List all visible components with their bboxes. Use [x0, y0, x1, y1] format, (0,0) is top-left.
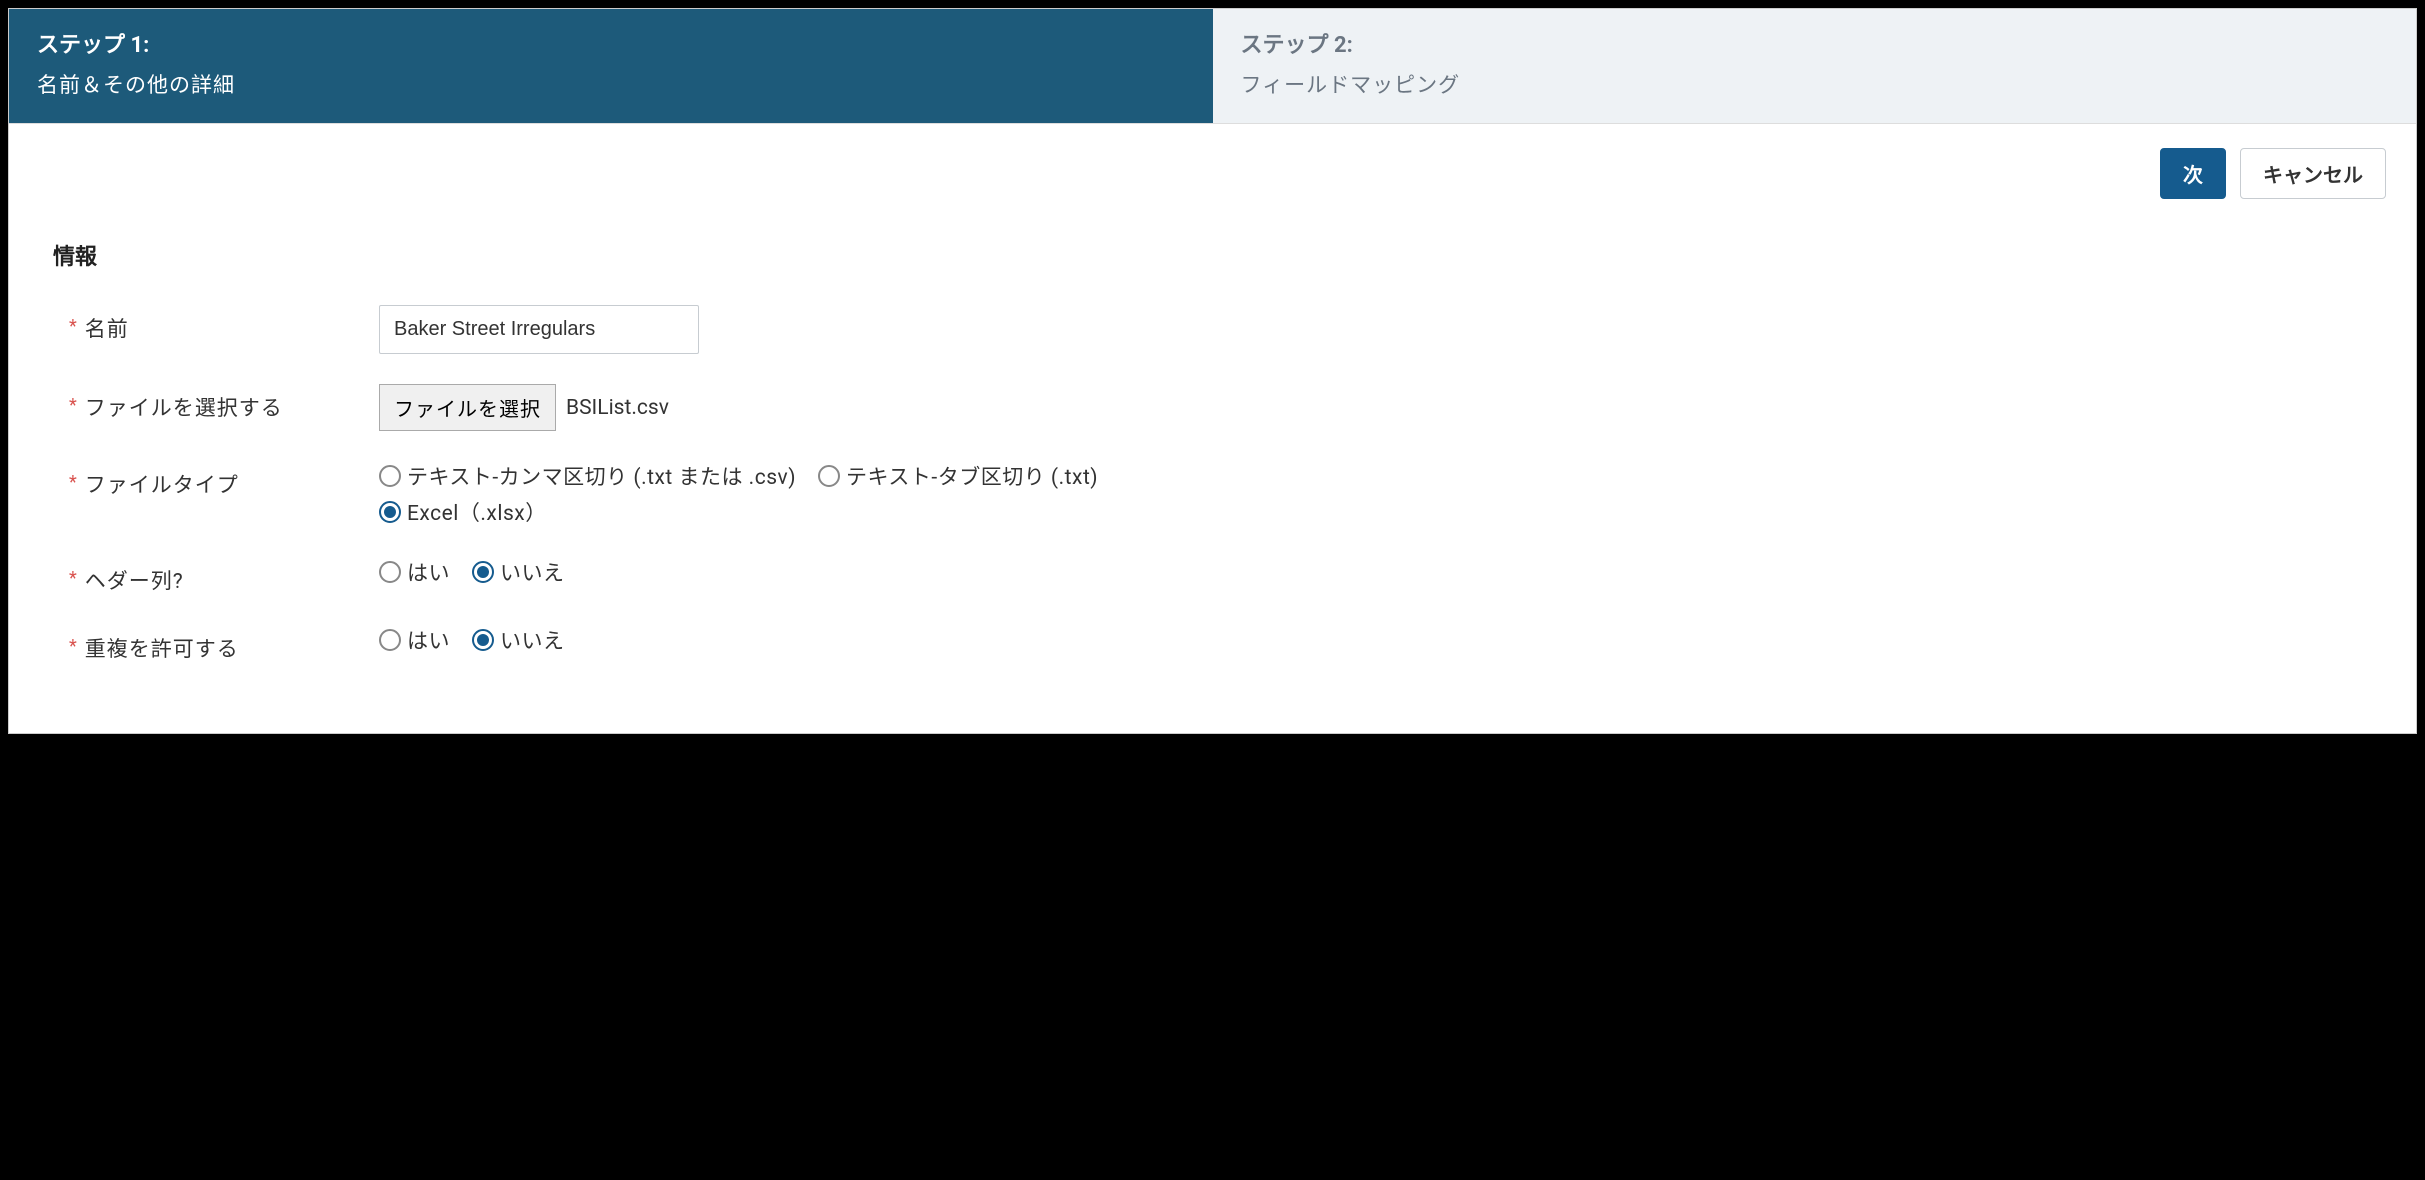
label-name: 名前 — [85, 313, 129, 343]
control-col-name — [379, 305, 2386, 354]
next-button[interactable]: 次 — [2160, 148, 2226, 199]
radio-label-header-yes: はい — [407, 557, 450, 587]
row-header: * ヘダー列? はい いいえ — [69, 557, 2386, 595]
step-1-tab[interactable]: ステップ 1: 名前＆その他の詳細 — [9, 9, 1213, 123]
radio-dot-icon — [477, 566, 489, 578]
radio-filetype-tab[interactable]: テキスト-タブ区切り (.txt) — [818, 461, 1098, 491]
radio-duplicates-yes[interactable]: はい — [379, 625, 450, 655]
radio-label-header-no: いいえ — [500, 557, 565, 587]
label-duplicates: 重複を許可する — [85, 633, 239, 663]
radio-filetype-xlsx[interactable]: Excel（.xlsx） — [379, 497, 547, 527]
file-select-button[interactable]: ファイルを選択 — [379, 384, 556, 431]
radio-dot-icon — [384, 506, 396, 518]
step-2-subtitle: フィールドマッピング — [1241, 69, 2389, 99]
radio-dot-icon — [477, 634, 489, 646]
control-col-header: はい いいえ — [379, 557, 2386, 587]
required-icon: * — [69, 565, 77, 594]
radio-icon — [472, 561, 494, 583]
control-col-file: ファイルを選択 BSIList.csv — [379, 384, 2386, 431]
step-2-tab[interactable]: ステップ 2: フィールドマッピング — [1213, 9, 2417, 123]
radio-icon — [379, 629, 401, 651]
row-file: * ファイルを選択する ファイルを選択 BSIList.csv — [69, 384, 2386, 431]
radio-filetype-csv[interactable]: テキスト-カンマ区切り (.txt または .csv) — [379, 461, 796, 491]
row-filetype: * ファイルタイプ テキスト-カンマ区切り (.txt または .csv) テキ… — [69, 461, 2386, 527]
step-2-title: ステップ 2: — [1241, 27, 2389, 59]
step-tabs: ステップ 1: 名前＆その他の詳細 ステップ 2: フィールドマッピング — [9, 9, 2416, 124]
content-area: 次 キャンセル 情報 * 名前 * ファイルを選択する — [9, 124, 2416, 733]
row-name: * 名前 — [69, 305, 2386, 354]
radio-header-no[interactable]: いいえ — [472, 557, 565, 587]
file-name-text: BSIList.csv — [566, 396, 669, 420]
section-info-title: 情報 — [39, 239, 2386, 271]
label-col-duplicates: * 重複を許可する — [69, 625, 379, 663]
label-col-name: * 名前 — [69, 305, 379, 343]
required-icon: * — [69, 392, 77, 421]
radio-icon — [472, 629, 494, 651]
required-icon: * — [69, 633, 77, 662]
required-icon: * — [69, 469, 77, 498]
required-icon: * — [69, 313, 77, 342]
radio-icon — [379, 465, 401, 487]
label-header: ヘダー列? — [85, 565, 184, 595]
step-1-subtitle: 名前＆その他の詳細 — [37, 69, 1185, 99]
radio-label-tab: テキスト-タブ区切り (.txt) — [846, 461, 1098, 491]
file-row: ファイルを選択 BSIList.csv — [379, 384, 2386, 431]
step-1-title: ステップ 1: — [37, 27, 1185, 59]
cancel-button[interactable]: キャンセル — [2240, 148, 2386, 199]
label-col-file: * ファイルを選択する — [69, 384, 379, 422]
name-input[interactable] — [379, 305, 699, 354]
label-col-filetype: * ファイルタイプ — [69, 461, 379, 499]
wizard-window: ステップ 1: 名前＆その他の詳細 ステップ 2: フィールドマッピング 次 キ… — [8, 8, 2417, 734]
radio-icon — [379, 561, 401, 583]
radio-label-dup-no: いいえ — [500, 625, 565, 655]
label-file: ファイルを選択する — [85, 392, 283, 422]
label-filetype: ファイルタイプ — [85, 469, 239, 499]
radio-label-csv: テキスト-カンマ区切り (.txt または .csv) — [407, 461, 796, 491]
row-duplicates: * 重複を許可する はい いいえ — [69, 625, 2386, 663]
radio-icon — [379, 501, 401, 523]
radio-label-dup-yes: はい — [407, 625, 450, 655]
control-col-filetype: テキスト-カンマ区切り (.txt または .csv) テキスト-タブ区切り (… — [379, 461, 2386, 527]
radio-icon — [818, 465, 840, 487]
radio-header-yes[interactable]: はい — [379, 557, 450, 587]
radio-label-xlsx: Excel（.xlsx） — [407, 497, 547, 527]
radio-duplicates-no[interactable]: いいえ — [472, 625, 565, 655]
control-col-duplicates: はい いいえ — [379, 625, 2386, 655]
action-bar: 次 キャンセル — [39, 148, 2386, 199]
label-col-header: * ヘダー列? — [69, 557, 379, 595]
form: * 名前 * ファイルを選択する ファイルを選択 BSIList.csv — [39, 305, 2386, 663]
